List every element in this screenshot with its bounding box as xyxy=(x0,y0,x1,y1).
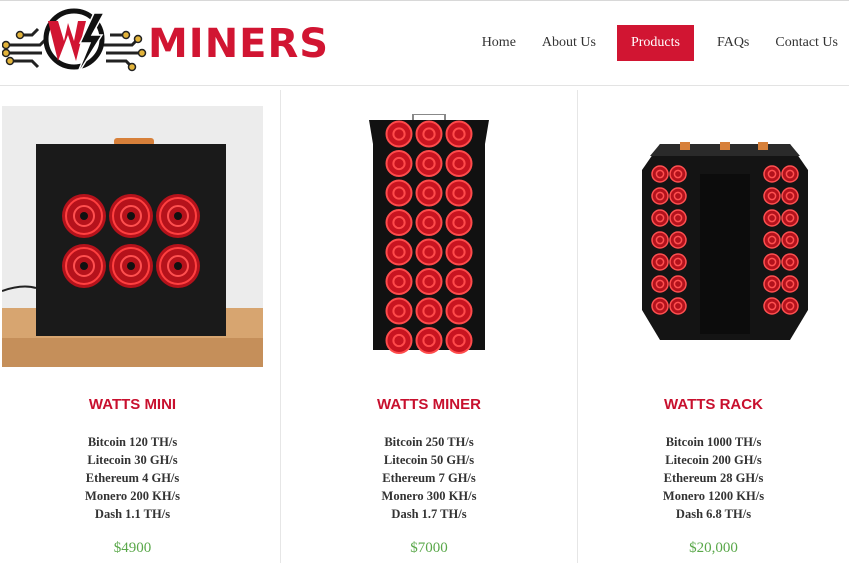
nav-faqs[interactable]: FAQs xyxy=(706,25,760,61)
spec-line: Monero 300 KH/s xyxy=(381,489,477,503)
fan-icon xyxy=(415,297,443,325)
fan-icon xyxy=(651,165,669,183)
spec-line: Ethereum 4 GH/s xyxy=(85,471,180,485)
fan-icon xyxy=(763,209,781,227)
nav-about-us[interactable]: About Us xyxy=(531,25,607,61)
fan-icon xyxy=(781,209,799,227)
fan-icon xyxy=(415,268,443,295)
spec-line: Litecoin 50 GH/s xyxy=(383,453,475,467)
product-price: $20,000 xyxy=(689,540,738,556)
fan-icon xyxy=(669,165,687,183)
fan-icon xyxy=(763,275,781,293)
fan-icon xyxy=(763,253,781,271)
site-header: MINERS Home About Us Products FAQs Conta… xyxy=(0,0,849,86)
fan-icon xyxy=(445,327,473,354)
fan-icon xyxy=(385,209,413,236)
products-grid: WATTS MINI Bitcoin 120 TH/s Litecoin 30 … xyxy=(0,90,849,563)
spec-line: Monero 1200 KH/s xyxy=(662,489,765,503)
fan-icon xyxy=(445,179,473,207)
spec-line: Bitcoin 1000 TH/s xyxy=(665,435,762,449)
logo-wordmark: MINERS xyxy=(148,21,330,67)
watts-miner-image[interactable] xyxy=(361,114,497,360)
lightning-circuit-logo-icon xyxy=(1,8,147,78)
fan-icon xyxy=(415,179,443,207)
product-card-watts-mini: WATTS MINI Bitcoin 120 TH/s Litecoin 30 … xyxy=(0,90,265,563)
product-name[interactable]: WATTS MINI xyxy=(0,396,265,413)
fan-icon xyxy=(651,253,669,271)
fan-icon xyxy=(669,297,687,315)
spec-line: Bitcoin 120 TH/s xyxy=(87,435,178,449)
fan-icon xyxy=(781,275,799,293)
fan-icon xyxy=(445,120,473,148)
fan-icon xyxy=(415,238,443,266)
fan-icon xyxy=(669,253,687,271)
fan-icon xyxy=(385,238,413,266)
fan-icon xyxy=(445,297,473,325)
spec-line: Bitcoin 250 TH/s xyxy=(384,435,474,449)
site-logo[interactable]: MINERS xyxy=(1,5,328,79)
fan-icon xyxy=(415,150,443,177)
nav-contact-us[interactable]: Contact Us xyxy=(764,25,849,61)
fan-icon xyxy=(385,179,413,207)
fan-icon xyxy=(763,187,781,205)
fan-icon xyxy=(445,238,473,266)
fan-icon xyxy=(445,268,473,295)
product-price: $4900 xyxy=(113,540,152,556)
product-specs: Bitcoin 250 TH/s Litecoin 50 GH/s Ethere… xyxy=(281,433,577,523)
fan-icon xyxy=(385,150,413,177)
product-card-watts-rack: WATTS RACK Bitcoin 1000 TH/s Litecoin 20… xyxy=(578,90,849,563)
product-price: $7000 xyxy=(410,540,448,556)
fan-icon xyxy=(415,209,443,236)
watts-rack-image[interactable] xyxy=(640,134,810,346)
product-name[interactable]: WATTS RACK xyxy=(578,396,849,413)
main-nav: Home About Us Products FAQs Contact Us xyxy=(467,24,849,62)
fan-icon xyxy=(445,150,473,177)
nav-products[interactable]: Products xyxy=(616,25,694,61)
fan-icon xyxy=(669,187,687,205)
fan-icon xyxy=(651,231,669,249)
spec-line: Dash 1.1 TH/s xyxy=(94,507,171,521)
fan-icon xyxy=(415,120,443,148)
fan-icon xyxy=(445,209,473,236)
fan-icon xyxy=(781,253,799,271)
fan-icon xyxy=(385,327,413,354)
fan-icon xyxy=(415,327,443,354)
fan-icon xyxy=(651,187,669,205)
spec-line: Dash 1.7 TH/s xyxy=(391,507,467,521)
product-specs: Bitcoin 120 TH/s Litecoin 30 GH/s Ethere… xyxy=(0,433,265,523)
product-card-watts-miner: WATTS MINER Bitcoin 250 TH/s Litecoin 50… xyxy=(281,90,577,563)
fan-icon xyxy=(669,231,687,249)
spec-line: Dash 6.8 TH/s xyxy=(675,507,752,521)
fan-icon xyxy=(781,187,799,205)
fan-icon xyxy=(781,231,799,249)
fan-icon xyxy=(385,120,413,148)
fan-icon xyxy=(763,231,781,249)
nav-home[interactable]: Home xyxy=(471,25,527,61)
fan-icon xyxy=(385,297,413,325)
product-specs: Bitcoin 1000 TH/s Litecoin 200 GH/s Ethe… xyxy=(578,433,849,523)
spec-line: Litecoin 200 GH/s xyxy=(665,453,762,467)
fan-icon xyxy=(651,297,669,315)
watts-mini-image[interactable] xyxy=(2,106,263,367)
fan-icon xyxy=(651,275,669,293)
fan-icon xyxy=(781,297,799,315)
fan-icon xyxy=(669,275,687,293)
spec-line: Litecoin 30 GH/s xyxy=(87,453,178,467)
spec-line: Monero 200 KH/s xyxy=(85,489,180,503)
fan-icon xyxy=(763,297,781,315)
fan-icon xyxy=(651,209,669,227)
spec-line: Ethereum 7 GH/s xyxy=(382,471,476,485)
spec-line: Ethereum 28 GH/s xyxy=(663,471,764,485)
fan-icon xyxy=(669,209,687,227)
fan-icon xyxy=(781,165,799,183)
fan-icon xyxy=(763,165,781,183)
product-name[interactable]: WATTS MINER xyxy=(281,396,577,413)
fan-icon xyxy=(385,268,413,295)
